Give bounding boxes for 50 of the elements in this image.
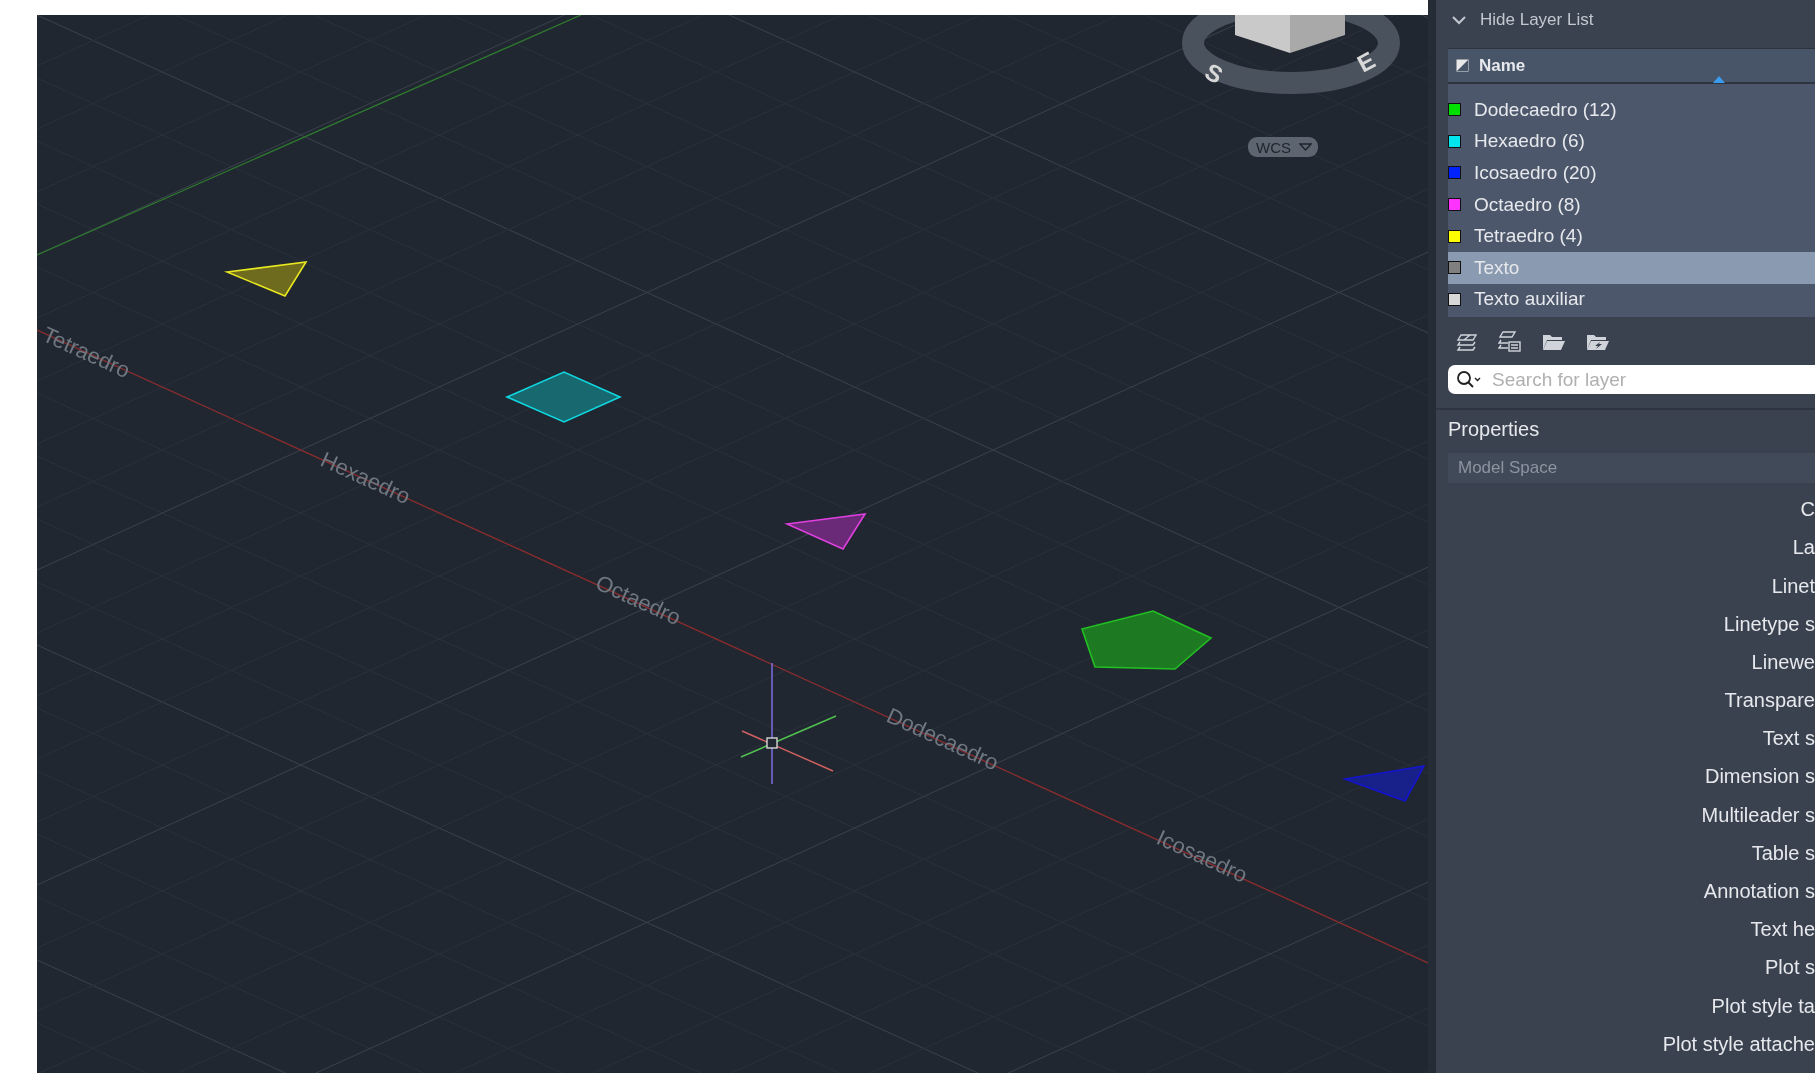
- property-label: Linetype s: [1723, 611, 1815, 637]
- layer-row[interactable]: Texto auxiliar: [1448, 283, 1815, 316]
- hide-layer-list-toggle[interactable]: Hide Layer List: [1480, 10, 1594, 30]
- property-label: La: [1792, 535, 1815, 561]
- layer-name: Octaedro (8): [1474, 193, 1581, 216]
- layer-name: Tetraedro (4): [1474, 225, 1583, 248]
- folder-icon[interactable]: [1542, 332, 1566, 353]
- layers-icon[interactable]: [1456, 331, 1478, 354]
- layer-name: Dodecaedro (12): [1474, 98, 1617, 121]
- property-label: Plot s: [1764, 955, 1815, 981]
- compass-letter: E: [1352, 46, 1380, 78]
- layer-color-swatch[interactable]: [1448, 166, 1461, 180]
- context-label: Model Space: [1458, 458, 1558, 479]
- caret-icon: [1299, 143, 1312, 151]
- layer-color-swatch[interactable]: [1448, 103, 1461, 117]
- layer-name: Texto auxiliar: [1474, 288, 1585, 311]
- property-label: C: [1800, 497, 1815, 523]
- layer-list-header[interactable]: Name: [1448, 49, 1815, 84]
- property-label: Dimension s: [1704, 764, 1815, 790]
- property-label: Transpare: [1724, 688, 1815, 714]
- layer-states-icon[interactable]: [1498, 330, 1522, 355]
- layer-color-swatch[interactable]: [1448, 198, 1461, 212]
- layer-color-swatch[interactable]: [1448, 134, 1461, 148]
- layer-row[interactable]: Octaedro (8): [1448, 188, 1815, 221]
- sort-ascending-icon: [1713, 76, 1725, 83]
- folder-lightning-icon[interactable]: [1586, 332, 1610, 353]
- layer-color-swatch[interactable]: [1448, 229, 1461, 243]
- property-label: Plot style ta: [1711, 993, 1815, 1019]
- layer-row[interactable]: Tetraedro (4): [1448, 220, 1815, 252]
- property-label: Linet: [1771, 573, 1815, 599]
- property-label: Table s: [1751, 840, 1815, 866]
- property-label: Multileader s: [1701, 802, 1815, 828]
- property-label: Text s: [1762, 726, 1815, 752]
- layer-name: Icosaedro (20): [1474, 162, 1597, 184]
- property-label: Text he: [1750, 917, 1815, 943]
- layer-color-swatch[interactable]: [1448, 261, 1461, 275]
- layer-row[interactable]: Icosaedro (20): [1448, 157, 1815, 189]
- property-label: Linewe: [1751, 649, 1815, 675]
- layer-name: Texto: [1474, 256, 1520, 279]
- property-label: Annotation s: [1703, 879, 1815, 905]
- layer-name: Hexaedro (6): [1474, 130, 1585, 153]
- property-label: Plot style attache: [1662, 1031, 1815, 1057]
- search-field[interactable]: Search for layer: [1448, 365, 1815, 395]
- layer-row[interactable]: Hexaedro (6): [1448, 125, 1815, 158]
- properties-title: Properties: [1447, 417, 1541, 443]
- checkbox-icon: [1456, 59, 1469, 72]
- compass-letter: S: [1200, 57, 1228, 89]
- layer-row[interactable]: Dodecaedro (12): [1448, 94, 1815, 126]
- chevron-icon[interactable]: [1452, 15, 1466, 25]
- layer-color-swatch[interactable]: [1448, 292, 1461, 306]
